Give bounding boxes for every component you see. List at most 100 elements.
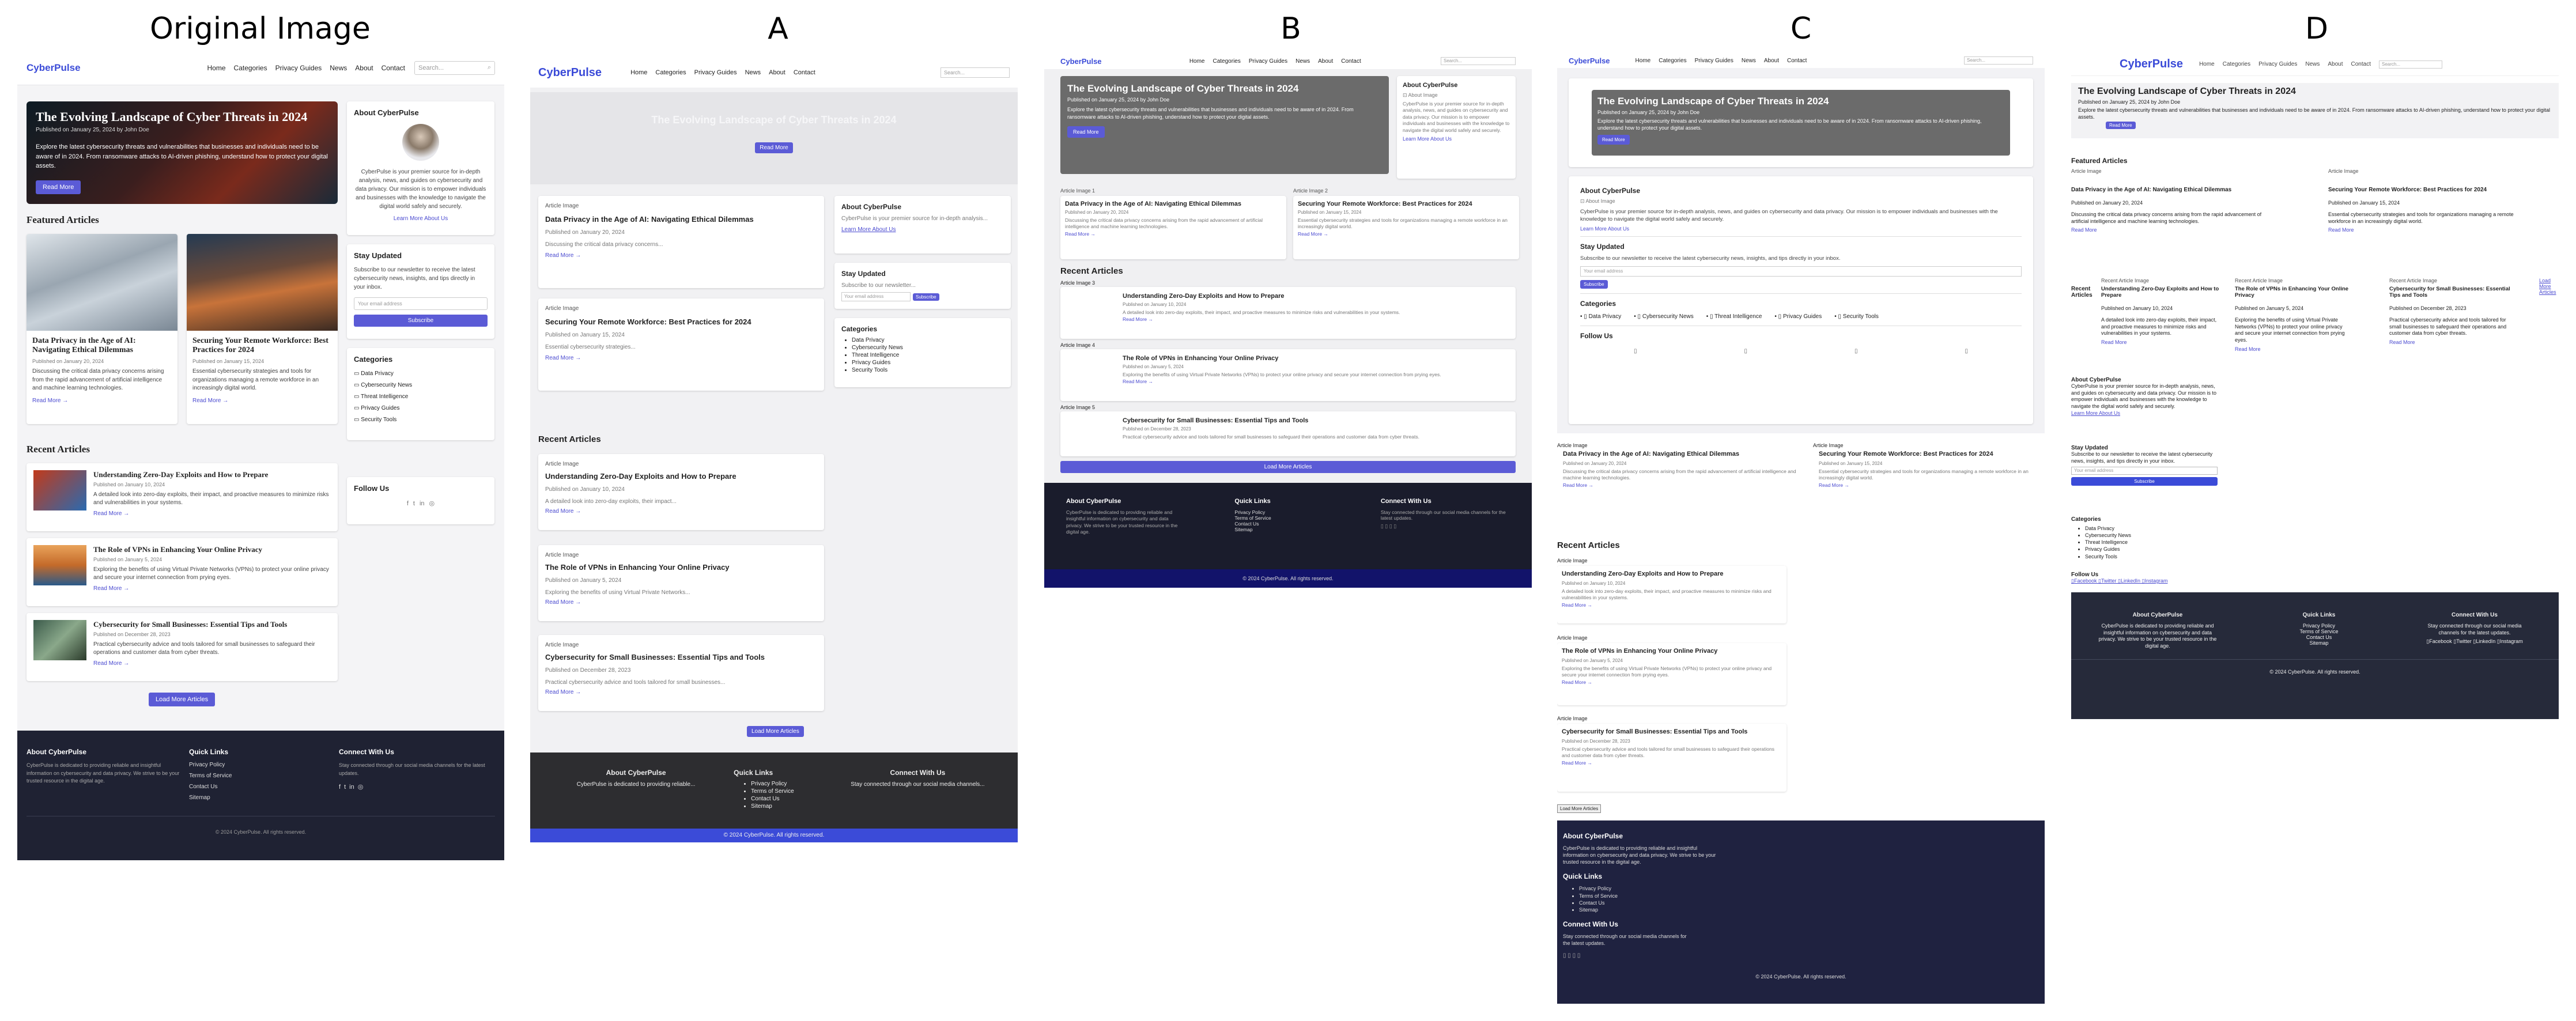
footer-link[interactable]: Sitemap xyxy=(2244,640,2394,646)
recent-read-more[interactable]: Read More → xyxy=(1562,679,1782,685)
search-input[interactable]: Search... xyxy=(1964,56,2033,65)
recent-read-more[interactable]: Read More → xyxy=(93,660,331,667)
nav-news[interactable]: News xyxy=(2305,61,2320,67)
nav-categories[interactable]: Categories xyxy=(1213,58,1241,65)
footer-link[interactable]: Sitemap xyxy=(1234,527,1380,532)
footer-link[interactable]: Privacy Policy xyxy=(189,762,339,768)
featured-read-more[interactable]: Read More → xyxy=(1298,231,1514,237)
featured-title[interactable]: Securing Your Remote Workforce: Best Pra… xyxy=(1298,201,1514,207)
nav-home[interactable]: Home xyxy=(2199,61,2215,67)
featured-read-more[interactable]: Read More xyxy=(2328,227,2559,233)
nav-privacy-guides[interactable]: Privacy Guides xyxy=(2258,61,2297,67)
instagram-icon[interactable]: ◎ xyxy=(358,783,364,791)
footer-link[interactable]: Contact Us xyxy=(2244,634,2394,640)
nav-news[interactable]: News xyxy=(330,64,347,72)
nav-home[interactable]: Home xyxy=(207,64,226,72)
recent-read-more[interactable]: Read More → xyxy=(1123,316,1510,322)
load-more-button[interactable]: Load More Articles xyxy=(1557,804,1601,813)
category-item[interactable]: ▭ Privacy Guides xyxy=(354,403,488,414)
category-item[interactable]: Cybersecurity News xyxy=(852,344,1004,351)
twitter-link[interactable]: Twitter xyxy=(2456,638,2472,644)
newsletter-email-field[interactable]: Your email address xyxy=(841,292,911,301)
category-item[interactable]: Data Privacy xyxy=(852,336,1004,344)
recent-read-more[interactable]: Read More → xyxy=(93,585,331,592)
newsletter-email-field[interactable]: Your email address xyxy=(2071,467,2218,475)
recent-title[interactable]: Cybersecurity for Small Businesses: Esse… xyxy=(2389,286,2516,298)
recent-read-more[interactable]: Read More → xyxy=(93,511,331,517)
brand-logo[interactable]: CyberPulse xyxy=(538,66,602,80)
facebook-link[interactable]: Facebook xyxy=(2429,638,2452,644)
footer-link[interactable]: Contact Us xyxy=(1234,521,1380,527)
linkedin-icon[interactable]: ▯ xyxy=(1854,348,1858,354)
twitter-icon[interactable]: ▯ xyxy=(1385,523,1388,529)
subscribe-button[interactable]: Subscribe xyxy=(2071,477,2218,486)
twitter-icon[interactable]: ▯ xyxy=(1744,348,1747,354)
recent-title[interactable]: Understanding Zero-Day Exploits and How … xyxy=(1562,570,1782,577)
nav-privacy-guides[interactable]: Privacy Guides xyxy=(694,69,737,76)
nav-categories[interactable]: Categories xyxy=(2223,61,2250,67)
hero-read-more-button[interactable]: Read More xyxy=(1597,135,1630,145)
search-input[interactable]: Search... xyxy=(2378,60,2442,69)
twitter-icon[interactable]: t xyxy=(344,784,346,791)
featured-read-more[interactable]: Read More → xyxy=(545,252,817,259)
about-link[interactable]: Learn More About Us xyxy=(2071,410,2221,416)
twitter-link[interactable]: Twitter xyxy=(2101,578,2117,584)
nav-about[interactable]: About xyxy=(1318,58,1333,65)
nav-about[interactable]: About xyxy=(2328,61,2343,67)
instagram-icon[interactable]: ▯ xyxy=(1393,523,1396,529)
brand-logo[interactable]: CyberPulse xyxy=(1060,57,1102,66)
instagram-link[interactable]: Instagram xyxy=(2144,578,2167,584)
recent-read-more[interactable]: Read More → xyxy=(545,508,817,515)
featured-title[interactable]: Data Privacy in the Age of AI: Navigatin… xyxy=(2071,187,2313,193)
search-input[interactable]: Search... xyxy=(418,65,488,71)
linkedin-icon[interactable]: ▯ xyxy=(1389,523,1392,529)
nav-categories[interactable]: Categories xyxy=(655,69,686,76)
recent-title[interactable]: Understanding Zero-Day Exploits and How … xyxy=(2101,286,2222,298)
category-item[interactable]: Data Privacy xyxy=(2085,525,2221,532)
search-input[interactable]: Search... xyxy=(940,67,1010,78)
recent-title[interactable]: Cybersecurity for Small Businesses: Esse… xyxy=(545,653,817,661)
subscribe-button[interactable]: Subscribe xyxy=(1580,279,1608,289)
recent-title[interactable]: The Role of VPNs in Enhancing Your Onlin… xyxy=(545,563,817,572)
category-item[interactable]: Threat Intelligence xyxy=(2085,539,2221,546)
footer-link[interactable]: Terms of Service xyxy=(751,788,826,795)
category-item[interactable]: • ▯ Security Tools xyxy=(1834,313,1879,320)
featured-read-more[interactable]: Read More → xyxy=(1065,231,1282,237)
featured-read-more[interactable]: Read More → xyxy=(32,398,172,404)
nav-home[interactable]: Home xyxy=(630,69,647,76)
load-more-button[interactable]: Load More Articles xyxy=(747,726,804,737)
facebook-link[interactable]: Facebook xyxy=(2074,578,2097,584)
featured-read-more[interactable]: Read More xyxy=(2071,227,2313,233)
footer-link[interactable]: Contact Us xyxy=(189,784,339,790)
subscribe-button[interactable]: Subscribe xyxy=(354,315,488,327)
recent-title[interactable]: Understanding Zero-Day Exploits and How … xyxy=(545,472,817,481)
newsletter-email-field[interactable]: Your email address xyxy=(1580,266,2022,277)
featured-title[interactable]: Securing Your Remote Workforce: Best Pra… xyxy=(1819,451,2038,457)
category-item[interactable]: • ▯ Privacy Guides xyxy=(1774,313,1822,320)
category-item[interactable]: Security Tools xyxy=(852,366,1004,374)
recent-read-more[interactable]: Read More xyxy=(2235,346,2350,352)
linkedin-icon[interactable]: ▯ xyxy=(1573,952,1577,959)
featured-read-more[interactable]: Read More → xyxy=(1563,482,1799,488)
brand-logo[interactable]: CyberPulse xyxy=(2120,58,2183,71)
featured-title[interactable]: Data Privacy in the Age of AI: Navigatin… xyxy=(1563,451,1799,457)
recent-read-more[interactable]: Read More xyxy=(2389,339,2516,345)
search-icon[interactable]: ⌕ xyxy=(488,64,491,71)
linkedin-icon[interactable]: in xyxy=(349,784,354,791)
recent-title[interactable]: Cybersecurity for Small Businesses: Esse… xyxy=(1123,417,1510,424)
linkedin-icon[interactable]: in xyxy=(420,500,425,507)
footer-link[interactable]: Privacy Policy xyxy=(751,780,826,788)
linkedin-link[interactable]: LinkedIn xyxy=(2476,638,2495,644)
about-link[interactable]: Learn More About Us xyxy=(354,215,488,222)
recent-read-more[interactable]: Read More → xyxy=(1123,379,1510,384)
brand-logo[interactable]: CyberPulse xyxy=(1569,56,1610,65)
category-item[interactable]: ▭ Data Privacy xyxy=(354,368,488,380)
footer-link[interactable]: Terms of Service xyxy=(2244,629,2394,634)
nav-contact[interactable]: Contact xyxy=(382,64,405,72)
recent-title[interactable]: Cybersecurity for Small Businesses: Esse… xyxy=(93,620,331,629)
instagram-icon[interactable]: ▯ xyxy=(1965,348,1968,354)
nav-news[interactable]: News xyxy=(1742,58,1756,64)
nav-news[interactable]: News xyxy=(1295,58,1310,65)
category-item[interactable]: Privacy Guides xyxy=(852,359,1004,366)
recent-read-more[interactable]: Read More → xyxy=(1562,760,1782,766)
